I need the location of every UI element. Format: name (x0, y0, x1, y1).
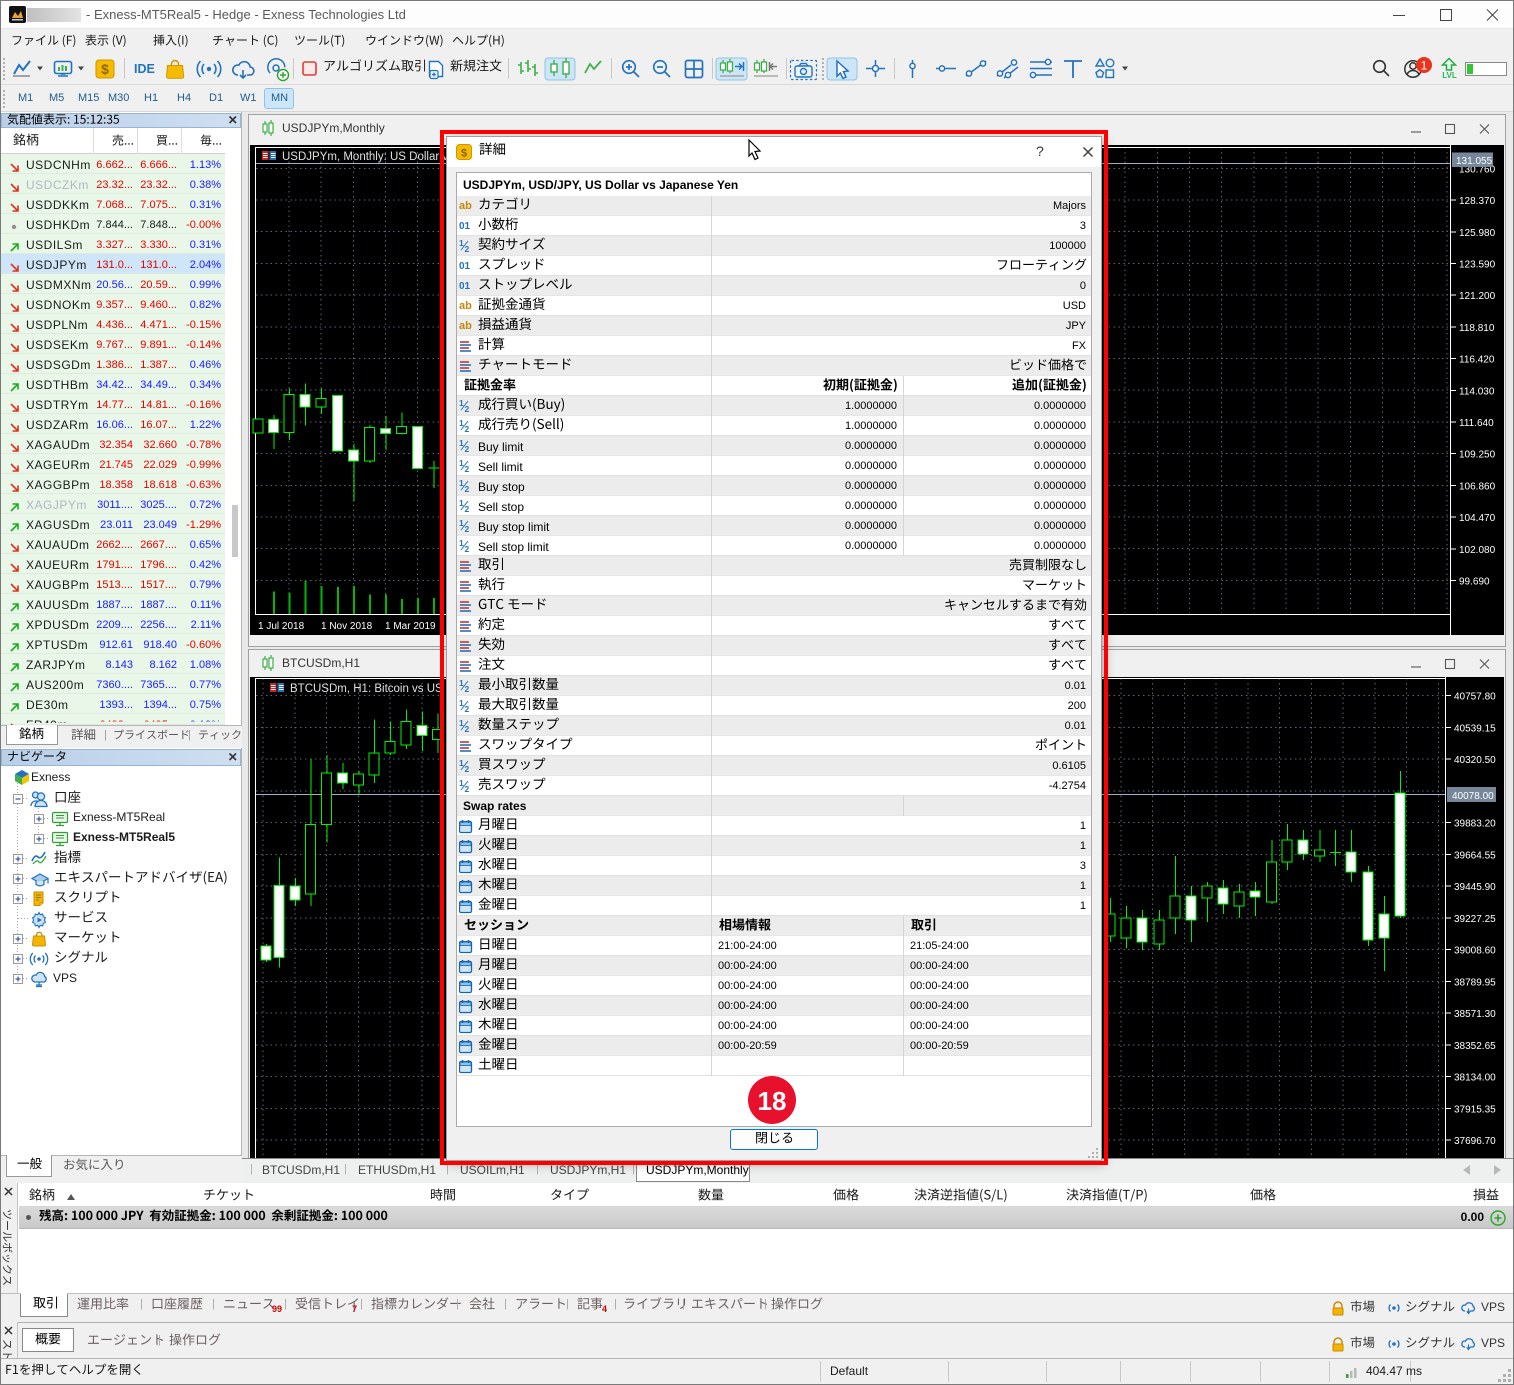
svg-text:116.420: 116.420 (1459, 355, 1495, 366)
svg-text:121.200: 121.200 (1459, 291, 1496, 302)
svg-text:1 Mar 2019: 1 Mar 2019 (385, 621, 436, 632)
svg-text:38789.95: 38789.95 (1454, 977, 1496, 988)
svg-text:1 Jul 2018: 1 Jul 2018 (258, 621, 305, 632)
svg-text:114.030: 114.030 (1459, 386, 1495, 397)
svg-text:128.370: 128.370 (1459, 196, 1496, 207)
svg-text:37696.70: 37696.70 (1454, 1136, 1496, 1147)
svg-text:118.810: 118.810 (1459, 323, 1495, 334)
svg-text:125.980: 125.980 (1459, 228, 1496, 239)
svg-text:39445.90: 39445.90 (1454, 882, 1496, 893)
svg-text:1 Nov 2018: 1 Nov 2018 (321, 621, 373, 632)
svg-text:39008.60: 39008.60 (1454, 946, 1496, 957)
svg-text:123.590: 123.590 (1459, 260, 1496, 271)
svg-text:39664.55: 39664.55 (1454, 850, 1496, 861)
svg-text:106.860: 106.860 (1459, 481, 1496, 492)
svg-text:IDE: IDE (134, 62, 155, 76)
svg-text:40539.15: 40539.15 (1454, 723, 1496, 734)
svg-text:38134.00: 38134.00 (1454, 1073, 1496, 1084)
svg-text:38352.65: 38352.65 (1454, 1041, 1496, 1052)
svg-text:131.055: 131.055 (1456, 156, 1493, 167)
svg-text:109.250: 109.250 (1459, 450, 1496, 461)
svg-text:LVL: LVL (1442, 71, 1457, 80)
svg-text:38571.30: 38571.30 (1454, 1009, 1496, 1020)
svg-text:99.690: 99.690 (1459, 577, 1490, 588)
svg-text:40078.00: 40078.00 (1452, 791, 1494, 802)
svg-text:40320.50: 40320.50 (1454, 755, 1496, 766)
svg-text:40757.80: 40757.80 (1454, 692, 1496, 703)
svg-text:$: $ (101, 61, 109, 77)
svg-text:102.080: 102.080 (1459, 545, 1496, 556)
svg-text:39883.20: 39883.20 (1454, 819, 1496, 830)
svg-text:111.640: 111.640 (1459, 418, 1494, 429)
svg-text:39227.25: 39227.25 (1454, 914, 1496, 925)
svg-text:37915.35: 37915.35 (1454, 1104, 1496, 1115)
svg-text:1: 1 (1421, 59, 1428, 73)
svg-text:104.470: 104.470 (1459, 513, 1496, 524)
